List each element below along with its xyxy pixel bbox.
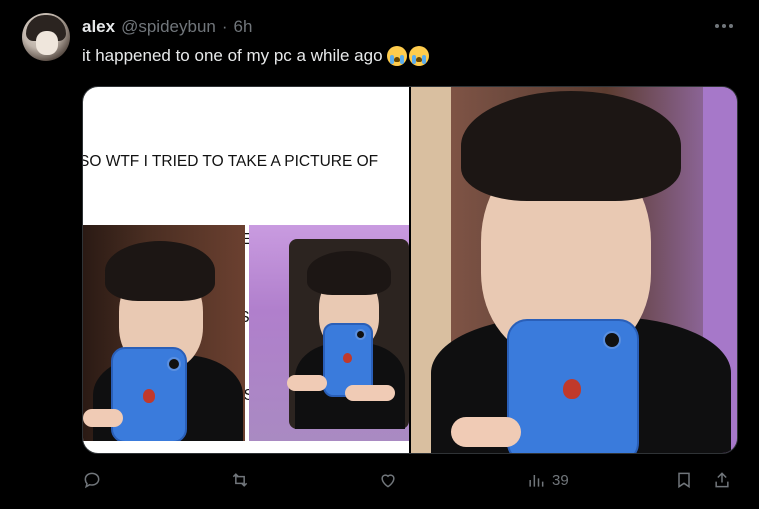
- share-icon: [715, 472, 729, 488]
- bookmark-button[interactable]: [674, 470, 694, 490]
- separator-dot: ·: [221, 17, 228, 36]
- media-right-image[interactable]: [411, 87, 737, 453]
- like-button[interactable]: [378, 470, 404, 490]
- caption-line: SO WTF I TRIED TO TAKE A PICTURE OF: [82, 153, 379, 170]
- retweet-button[interactable]: [230, 470, 256, 490]
- heart-icon: [381, 474, 395, 488]
- tweet-media[interactable]: SO WTF I TRIED TO TAKE A PICTURE OF HIS …: [82, 86, 738, 454]
- share-button[interactable]: [712, 470, 732, 490]
- more-options-icon[interactable]: [715, 24, 733, 28]
- avatar-face: [36, 31, 58, 55]
- photo-mirror-selfie-1: [83, 225, 245, 441]
- tweet-text: it happened to one of my pc a while ago: [82, 46, 429, 66]
- loudly-crying-face-icon: [386, 46, 407, 66]
- tweet-body: it happened to one of my pc a while ago: [82, 46, 383, 65]
- avatar[interactable]: [22, 13, 70, 61]
- author-name[interactable]: alex: [82, 17, 115, 37]
- tweet-header: alex @spideybun · 6h: [82, 17, 252, 37]
- reply-button[interactable]: [82, 470, 108, 490]
- analytics-icon: [529, 475, 544, 487]
- author-handle[interactable]: @spideybun: [121, 17, 216, 37]
- crying-emoji: [386, 46, 429, 66]
- reply-icon: [84, 472, 100, 489]
- tweet-actions: 39: [82, 470, 742, 496]
- retweet-icon: [232, 473, 248, 487]
- photo-mirror-selfie-2: [249, 225, 409, 441]
- views-button[interactable]: 39: [526, 470, 569, 490]
- views-count: 39: [552, 471, 569, 489]
- loudly-crying-face-icon: [408, 46, 429, 66]
- tweet-time[interactable]: 6h: [234, 17, 253, 37]
- media-left-image[interactable]: SO WTF I TRIED TO TAKE A PICTURE OF HIS …: [83, 87, 409, 453]
- bookmark-icon: [678, 472, 690, 489]
